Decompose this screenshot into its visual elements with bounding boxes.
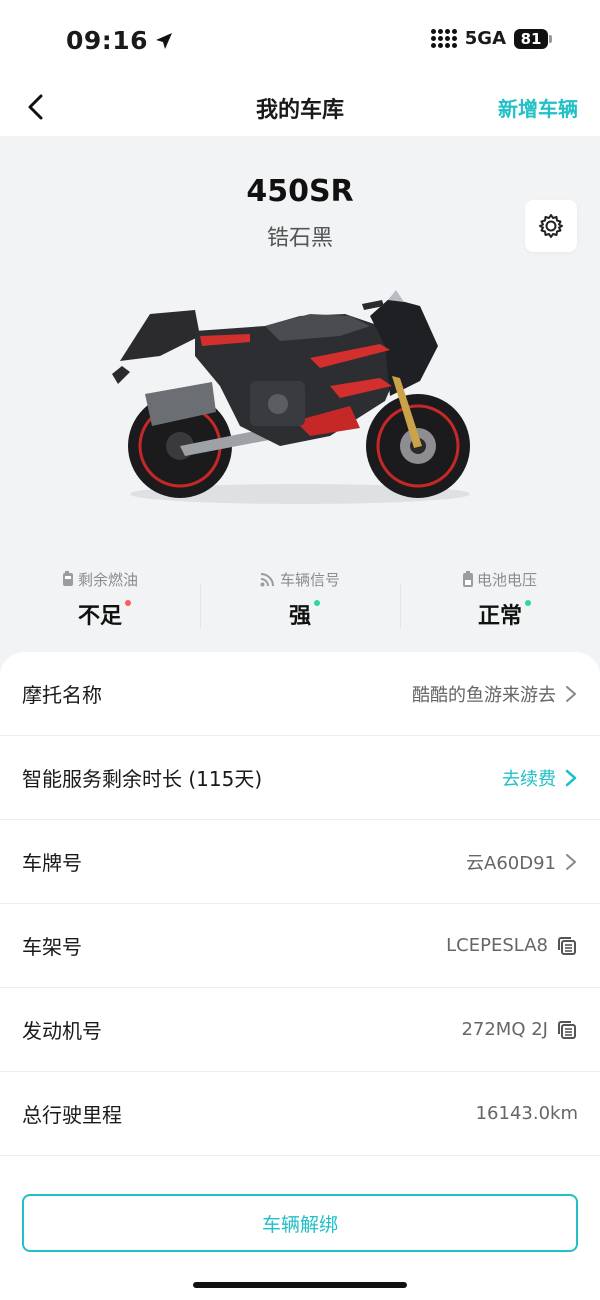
chevron-right-icon [565,769,577,786]
smart-service-label: 智能服务剩余时长 (115天) [22,767,263,791]
license-plate-label: 车牌号 [22,851,82,875]
battery-status: 电池电压 正常 [400,566,600,646]
location-arrow-icon [156,32,173,49]
vehicle-color: 锆石黑 [266,226,333,251]
signal-label: 车辆信号 [279,570,340,589]
battery-icon [462,571,473,587]
license-plate-row[interactable]: 车牌号 云A60D91 [0,820,600,904]
signal-icon [260,573,274,587]
total-mileage-label: 总行驶里程 [22,1103,122,1127]
signal-status: 车辆信号 强 [200,566,400,646]
unbind-vehicle-button[interactable]: 车辆解绑 [22,1194,578,1252]
network-type: 5GA [464,28,506,49]
chevron-right-icon [566,685,576,702]
smart-service-row[interactable]: 智能服务剩余时长 (115天) 去续费 [0,736,600,820]
gear-icon [539,214,563,238]
status-time: 09:16 [66,26,174,55]
total-mileage-row: 总行驶里程 16143.0km [0,1072,600,1156]
fuel-value: 不足 [77,604,122,629]
motorcycle-image [112,290,470,504]
chevron-right-icon [566,853,576,870]
vehicle-hero: 450SR 锆石黑 剩余燃油 不足 车辆信号 强 电池电压 正常 [0,136,600,676]
fuel-label: 剩余燃油 [77,570,138,589]
fuel-status: 剩余燃油 不足 [0,566,200,646]
battery-icon: 81 [514,28,552,49]
signal-status-dot [314,600,320,606]
home-indicator [193,1282,407,1288]
battery-level: 81 [514,28,548,49]
motorcycle-name-row[interactable]: 摩托名称 酷酷的鱼游来游去 [0,652,600,736]
engine-number-value: 272MQ 2J [461,1019,548,1040]
copy-icon[interactable] [556,935,578,957]
total-mileage-value: 16143.0km [475,1103,578,1124]
renew-link[interactable]: 去续费 [502,765,556,791]
copy-icon[interactable] [556,1019,578,1041]
fuel-icon [62,571,73,586]
license-plate-value: 云A60D91 [466,852,556,874]
battery-label: 电池电压 [476,570,537,589]
motorcycle-name-value: 酷酷的鱼游来游去 [412,684,556,706]
frame-number-value: LCEPESLA8 [446,935,548,956]
frame-number-row: 车架号 LCEPESLA8 [0,904,600,988]
status-time-text: 09:16 [66,26,149,55]
settings-button[interactable] [525,200,577,252]
engine-number-row: 发动机号 272MQ 2J [0,988,600,1072]
battery-status-dot [525,600,531,606]
vehicle-model: 450SR [246,174,354,209]
fuel-status-dot [125,600,131,606]
cellular-signal-icon [430,29,457,48]
vehicle-status-row: 剩余燃油 不足 车辆信号 强 电池电压 正常 [0,566,600,646]
engine-number-label: 发动机号 [22,1019,102,1043]
motorcycle-name-label: 摩托名称 [22,683,102,707]
frame-number-label: 车架号 [22,935,82,959]
nav-bar: 我的车库 新增车辆 [0,80,600,136]
battery-value: 正常 [477,604,522,629]
signal-value: 强 [288,604,311,629]
status-bar: 09:16 5GA 81 [0,0,600,80]
add-vehicle-button[interactable]: 新增车辆 [498,93,578,122]
